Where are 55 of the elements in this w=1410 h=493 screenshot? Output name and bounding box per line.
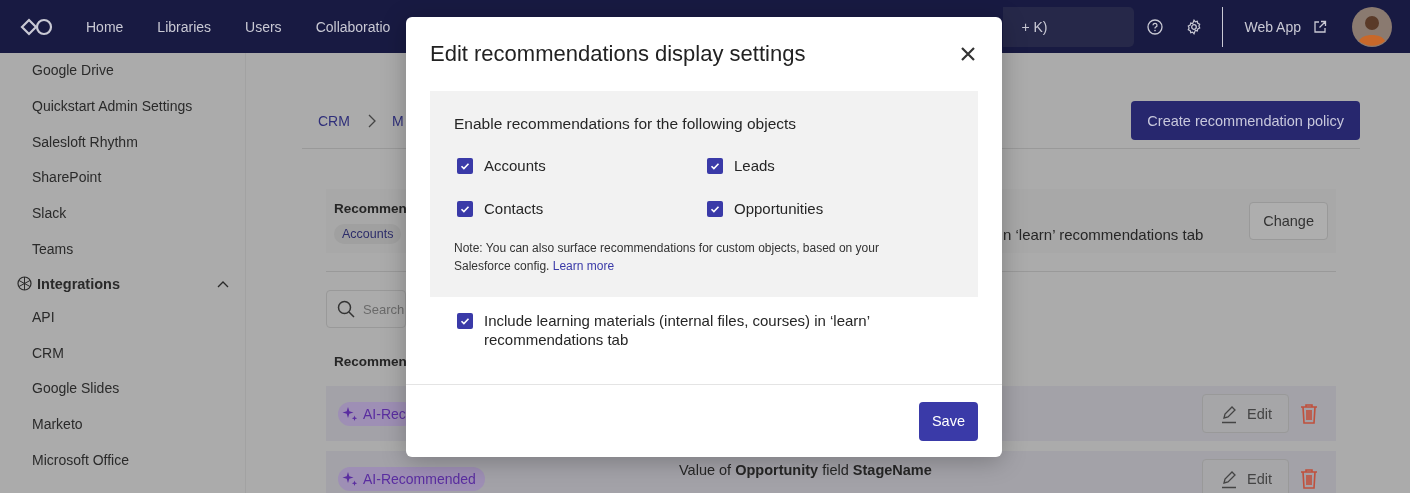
- logo-icon: [20, 16, 54, 37]
- section-heading: Enable recommendations for the following objects: [454, 115, 798, 133]
- close-icon[interactable]: [960, 46, 976, 62]
- sidebar-item[interactable]: Quickstart Admin Settings: [0, 88, 245, 125]
- sidebar-item[interactable]: API: [0, 299, 245, 336]
- create-policy-button[interactable]: Create recommendation policy: [1131, 101, 1360, 140]
- sidebar-item[interactable]: Salesloft Rhythm: [0, 124, 245, 161]
- help-icon[interactable]: [1147, 18, 1164, 35]
- ai-badge: AI-Recommended: [338, 466, 485, 491]
- sidebar-item[interactable]: Marketo: [0, 407, 245, 443]
- checkbox-label: Accounts: [484, 157, 546, 174]
- sidebar-item[interactable]: Microsoft Office: [0, 442, 245, 479]
- sidebar-item[interactable]: Teams: [0, 232, 245, 268]
- nav-link[interactable]: Libraries: [157, 18, 212, 35]
- checkbox[interactable]: [457, 200, 473, 217]
- nav-link[interactable]: Collaboratio: [315, 18, 391, 35]
- breadcrumb-link[interactable]: CRM: [318, 112, 350, 129]
- section-heading[interactable]: Integrations: [37, 275, 120, 292]
- checkbox[interactable]: [457, 313, 473, 329]
- edit-button[interactable]: Edit: [1202, 394, 1289, 433]
- object-tag: Accounts: [334, 223, 402, 244]
- change-button[interactable]: Change: [1249, 201, 1328, 240]
- sidebar-item[interactable]: CRM: [0, 335, 245, 372]
- integrations-icon: [17, 276, 32, 292]
- checkbox[interactable]: [457, 157, 473, 174]
- note-text: Note: You can also surface recommendations for custom objects, based on your Salesforce config. Learn more: [454, 240, 880, 275]
- avatar[interactable]: [1352, 6, 1392, 47]
- panel-title: Recommen: [334, 200, 407, 216]
- sidebar-item[interactable]: Google Slides: [0, 371, 245, 408]
- checkbox-label: Leads: [734, 157, 775, 174]
- web-app-link[interactable]: Web App: [1244, 18, 1327, 35]
- search-field[interactable]: + K): [1003, 6, 1135, 47]
- nav-link[interactable]: Home: [86, 18, 124, 35]
- search-icon: [337, 300, 355, 318]
- checkbox-label: Opportunities: [734, 200, 824, 217]
- chevron-up-icon[interactable]: [217, 279, 229, 288]
- learn-more-link[interactable]: Learn more: [552, 259, 615, 273]
- save-button[interactable]: Save: [918, 401, 978, 441]
- modal-title: Edit recommendations display settings: [430, 41, 806, 67]
- checkbox-label: Include learning materials (internal files, courses) in ‘learn’ recommendations tab: [484, 311, 871, 349]
- nav-link[interactable]: Users: [245, 18, 282, 35]
- checkbox-label: Contacts: [484, 200, 544, 217]
- list-heading: Recommen: [334, 354, 408, 371]
- breadcrumb-link[interactable]: M: [391, 112, 404, 129]
- chevron-right-icon: [367, 113, 376, 128]
- checkbox[interactable]: [707, 157, 723, 174]
- edit-button[interactable]: Edit: [1202, 459, 1289, 493]
- checkbox[interactable]: [707, 200, 723, 217]
- sidebar-item[interactable]: SharePoint: [0, 160, 245, 197]
- panel-description: n ‘learn’ recommendations tab: [1003, 226, 1204, 243]
- settings-icon[interactable]: [1186, 18, 1203, 35]
- external-link-icon: [1313, 19, 1327, 34]
- sidebar-item[interactable]: Google Drive: [0, 53, 245, 89]
- policy-condition: Value of Opportunity field StageName: [679, 462, 932, 478]
- sidebar-item[interactable]: Slack: [0, 196, 245, 232]
